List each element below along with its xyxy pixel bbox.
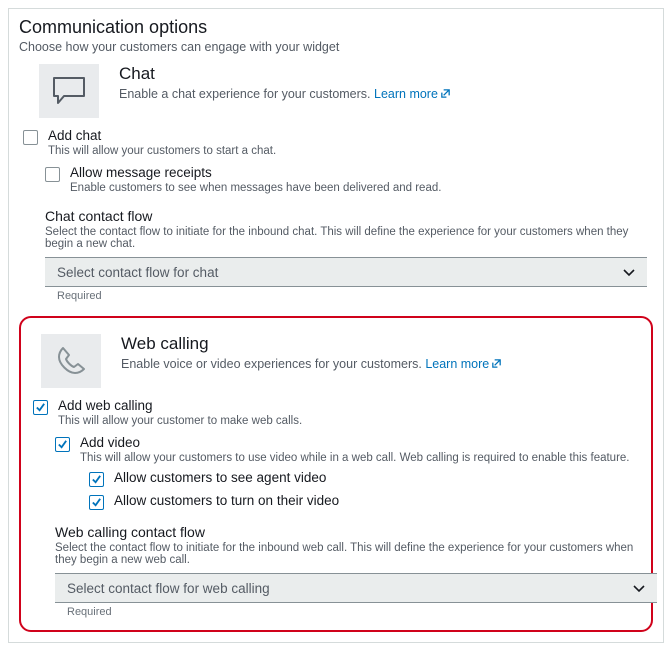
chat-flow-label: Chat contact flow [45,208,653,224]
chat-desc-text: Enable a chat experience for your custom… [119,87,374,101]
allow-receipts-checkbox[interactable] [45,167,60,182]
allow-turn-on-checkbox[interactable] [89,495,104,510]
chevron-down-icon [633,581,645,596]
add-web-calling-row: Add web calling This will allow your cus… [29,398,643,427]
chevron-down-icon [623,265,635,280]
external-link-icon [440,88,451,102]
chat-flow-placeholder: Select contact flow for chat [57,265,218,280]
add-web-calling-checkbox[interactable] [33,400,48,415]
add-web-calling-label: Add web calling [58,398,302,413]
allow-receipts-sub: Enable customers to see when messages ha… [70,182,441,194]
web-calling-header: Web calling Enable voice or video experi… [29,334,643,388]
chat-flow-sub: Select the contact flow to initiate for … [45,226,645,250]
web-flow-sub: Select the contact flow to initiate for … [55,542,643,566]
web-flow-label: Web calling contact flow [55,524,643,540]
add-web-calling-sub: This will allow your customer to make we… [58,415,302,427]
chat-header: Chat Enable a chat experience for your c… [19,64,653,118]
web-calling-desc-text: Enable voice or video experiences for yo… [121,357,425,371]
chat-desc: Enable a chat experience for your custom… [119,87,451,102]
web-flow-select[interactable]: Select contact flow for web calling [55,573,657,603]
add-video-sub: This will allow your customers to use vi… [80,452,630,464]
page-subtitle: Choose how your customers can engage wit… [19,40,653,54]
chat-title: Chat [119,64,451,84]
add-chat-row: Add chat This will allow your customers … [19,128,653,157]
web-flow-placeholder: Select contact flow for web calling [67,581,270,596]
add-chat-checkbox[interactable] [23,130,38,145]
add-video-checkbox[interactable] [55,437,70,452]
chat-flow-select[interactable]: Select contact flow for chat [45,257,647,287]
allow-turn-on-label: Allow customers to turn on their video [114,493,339,508]
web-calling-highlight: Web calling Enable voice or video experi… [19,316,653,632]
allow-see-agent-row: Allow customers to see agent video [29,470,643,487]
chat-icon [39,64,99,118]
add-chat-label: Add chat [48,128,276,143]
add-video-row: Add video This will allow your customers… [29,435,643,464]
allow-receipts-row: Allow message receipts Enable customers … [19,165,653,194]
web-flow-required: Required [67,606,643,618]
chat-learn-more-text: Learn more [374,87,438,101]
external-link-icon [491,358,502,372]
web-calling-desc: Enable voice or video experiences for yo… [121,357,502,372]
page-title: Communication options [19,17,653,38]
settings-panel: Communication options Choose how your cu… [8,8,664,643]
allow-turn-on-row: Allow customers to turn on their video [29,493,643,510]
phone-icon [41,334,101,388]
add-chat-sub: This will allow your customers to start … [48,145,276,157]
allow-see-agent-checkbox[interactable] [89,472,104,487]
web-calling-learn-more-link[interactable]: Learn more [425,357,502,371]
allow-see-agent-label: Allow customers to see agent video [114,470,326,485]
chat-learn-more-link[interactable]: Learn more [374,87,451,101]
web-learn-more-text: Learn more [425,357,489,371]
chat-flow-required: Required [57,290,653,302]
add-video-label: Add video [80,435,630,450]
web-calling-title: Web calling [121,334,502,354]
allow-receipts-label: Allow message receipts [70,165,441,180]
